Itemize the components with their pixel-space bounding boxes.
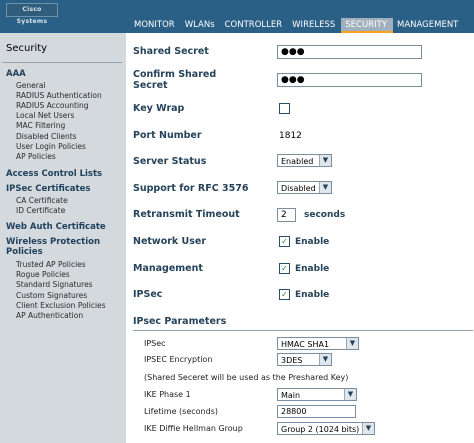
- server-status-select[interactable]: Enabled ▼: [277, 154, 332, 167]
- rfc3576-value: Disabled: [281, 184, 316, 193]
- chevron-down-icon: ▼: [346, 338, 358, 349]
- lifetime-input[interactable]: 28800: [277, 405, 356, 418]
- sidebar-divider: [2, 62, 122, 63]
- ike-phase1-value: Main: [281, 391, 301, 400]
- sidebar-item-disabled-clients[interactable]: Disabled Clients: [16, 132, 77, 141]
- port-number-value: 1812: [279, 131, 302, 141]
- ipsec-auth-label: IPSec: [144, 339, 166, 348]
- nav-management[interactable]: MANAGEMENT: [393, 18, 464, 33]
- top-header: Cisco Systems MONITOR WLANs CONTROLLER W…: [0, 0, 474, 33]
- nav-controller[interactable]: CONTROLLER: [221, 18, 289, 33]
- shared-secret-input[interactable]: ●●●: [277, 45, 422, 59]
- ipsec-auth-value: HMAC SHA1: [281, 340, 330, 349]
- chevron-down-icon: ▼: [362, 423, 374, 434]
- ipsec-checkbox[interactable]: ✓: [279, 289, 290, 300]
- confirm-secret-input[interactable]: ●●●: [277, 73, 422, 87]
- sidebar-item-custom-signatures[interactable]: Custom Signatures: [16, 291, 87, 300]
- key-wrap-label: Key Wrap: [133, 103, 185, 114]
- ipsec-label: IPSec: [133, 289, 163, 300]
- sidebar: Security AAA General RADIUS Authenticati…: [0, 33, 126, 443]
- ike-phase1-select[interactable]: Main ▼: [277, 388, 357, 401]
- radius-server-form: Shared Secret ●●● Confirm Shared Secret …: [126, 33, 474, 443]
- port-number-label: Port Number: [133, 130, 202, 141]
- retransmit-timeout-input[interactable]: 2: [277, 208, 296, 222]
- preshared-key-note: (Shared Seceret will be used as the Pres…: [144, 373, 349, 382]
- rfc3576-select[interactable]: Disabled ▼: [277, 181, 332, 194]
- network-user-checkbox[interactable]: ✓: [279, 236, 290, 247]
- ipsec-enable: Enable: [295, 290, 330, 300]
- confirm-secret-label: Confirm Shared Secret: [133, 69, 217, 91]
- sidebar-item-ca-certificate[interactable]: CA Certificate: [16, 196, 68, 205]
- nav-wireless[interactable]: WIRELESS: [288, 18, 341, 33]
- management-label: Management: [133, 263, 203, 274]
- chevron-down-icon: ▼: [344, 389, 356, 400]
- sidebar-item-user-login-policies[interactable]: User Login Policies: [16, 142, 86, 151]
- dh-group-value: Group 2 (1024 bits): [281, 425, 360, 434]
- sidebar-item-local-net-users[interactable]: Local Net Users: [16, 111, 74, 120]
- ipsec-encryption-select[interactable]: 3DES ▼: [277, 353, 332, 366]
- section-divider: [133, 330, 473, 331]
- nav-wlans[interactable]: WLANs: [181, 18, 221, 33]
- sidebar-item-mac-filtering[interactable]: MAC Filtering: [16, 121, 65, 130]
- sidebar-item-rogue-policies[interactable]: Rogue Policies: [16, 270, 70, 279]
- rfc3576-label: Support for RFC 3576: [133, 183, 249, 194]
- sidebar-item-general[interactable]: General: [16, 81, 46, 90]
- sidebar-item-ap-policies[interactable]: AP Policies: [16, 152, 56, 161]
- sidebar-web-auth[interactable]: Web Auth Certificate: [6, 222, 106, 232]
- management-checkbox[interactable]: ✓: [279, 263, 290, 274]
- sidebar-wps[interactable]: Wireless Protection Policies: [6, 237, 116, 257]
- ike-phase1-label: IKE Phase 1: [144, 390, 191, 399]
- server-status-label: Server Status: [133, 156, 207, 167]
- timeout-unit: seconds: [304, 210, 346, 220]
- network-user-label: Network User: [133, 236, 207, 247]
- chevron-down-icon: ▼: [319, 155, 331, 166]
- ipsec-encryption-value: 3DES: [281, 356, 303, 365]
- dh-group-select[interactable]: Group 2 (1024 bits) ▼: [277, 422, 375, 435]
- sidebar-ipsec-certs[interactable]: IPSec Certificates: [6, 184, 90, 194]
- server-status-value: Enabled: [281, 157, 314, 166]
- sidebar-item-ap-authentication[interactable]: AP Authentication: [16, 311, 83, 320]
- management-enable: Enable: [295, 264, 330, 274]
- sidebar-item-standard-signatures[interactable]: Standard Signatures: [16, 280, 93, 289]
- sidebar-item-radius-acct[interactable]: RADIUS Accounting: [16, 101, 89, 110]
- dh-group-label: IKE Diffie Hellman Group: [144, 424, 243, 433]
- main-nav: MONITOR WLANs CONTROLLER WIRELESS SECURI…: [130, 18, 464, 33]
- nav-monitor[interactable]: MONITOR: [130, 18, 181, 33]
- ipsec-params-title: IPsec Parameters: [133, 316, 227, 327]
- key-wrap-checkbox[interactable]: [279, 103, 290, 114]
- sidebar-item-id-certificate[interactable]: ID Certificate: [16, 206, 65, 215]
- sidebar-item-client-exclusion[interactable]: Client Exclusion Policies: [16, 301, 106, 310]
- sidebar-acl[interactable]: Access Control Lists: [6, 169, 102, 179]
- sidebar-title: Security: [6, 43, 48, 54]
- network-user-enable: Enable: [295, 237, 330, 247]
- lifetime-label: Lifetime (seconds): [144, 407, 218, 416]
- shared-secret-label: Shared Secret: [133, 46, 209, 57]
- chevron-down-icon: ▼: [319, 182, 331, 193]
- sidebar-item-trusted-ap[interactable]: Trusted AP Policies: [16, 260, 86, 269]
- nav-security[interactable]: SECURITY: [341, 18, 393, 33]
- sidebar-aaa[interactable]: AAA: [6, 69, 26, 79]
- ipsec-encryption-label: IPSEC Encryption: [144, 355, 213, 364]
- retransmit-timeout-label: Retransmit Timeout: [133, 209, 240, 220]
- chevron-down-icon: ▼: [319, 354, 331, 365]
- sidebar-item-radius-auth[interactable]: RADIUS Authentication: [16, 91, 102, 100]
- cisco-logo: Cisco Systems: [6, 3, 58, 25]
- ipsec-auth-select[interactable]: HMAC SHA1 ▼: [277, 337, 359, 350]
